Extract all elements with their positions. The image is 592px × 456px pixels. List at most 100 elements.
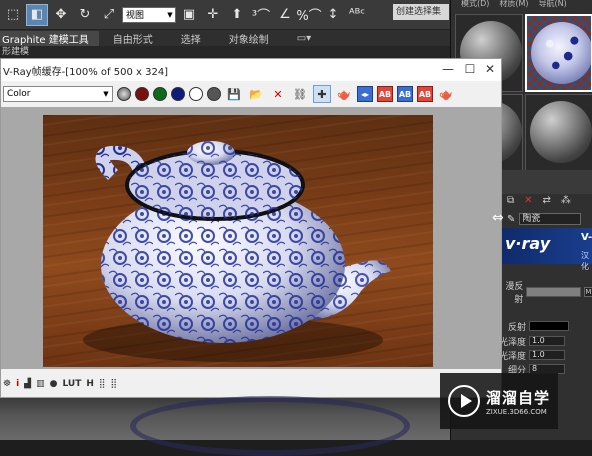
- minimize-icon[interactable]: —: [439, 62, 457, 78]
- tab-freeform[interactable]: 自由形式: [99, 31, 167, 46]
- main-toolbar: ⬚ ◧ ✥ ↻ ⤢ 视图 ▼ ▣ ✛ ⬆ ³⌒ ∠ %⌒ ↕ ᴬᴮᶜ: [0, 0, 450, 30]
- compare-ab-vertical-icon[interactable]: AB: [397, 86, 413, 102]
- vray-logo-secondary: V-: [581, 232, 592, 243]
- alpha-channel-icon[interactable]: [189, 87, 203, 101]
- histogram-button[interactable]: H: [86, 379, 94, 389]
- blue-channel-icon[interactable]: [171, 87, 185, 101]
- chevron-down-icon: ▼: [167, 10, 173, 19]
- porcelain-sphere-preview: [531, 22, 591, 84]
- reference-coordinate-value: 视图: [126, 11, 145, 21]
- vray-logo: v·ray: [505, 234, 551, 253]
- mono-channel-icon[interactable]: [207, 87, 221, 101]
- tab-selection[interactable]: 选择: [167, 31, 215, 46]
- material-slot-2[interactable]: [525, 14, 592, 92]
- viewport-teapot-rim: [130, 396, 410, 456]
- edit-named-selection-icon[interactable]: ᴬᴮᶜ: [346, 4, 368, 26]
- percent-snap-icon[interactable]: %⌒: [296, 4, 321, 26]
- gloss-value-input[interactable]: 1.0: [529, 336, 565, 346]
- gloss2-value-input[interactable]: 1.0: [529, 350, 565, 360]
- tab-object-paint[interactable]: 对象绘制: [215, 31, 283, 46]
- info-icon[interactable]: i: [16, 379, 19, 389]
- vfb-status-bar: ☸ i ▟ ▥ ● LUT H ⣿ ⣿: [1, 371, 501, 397]
- material-name-row: ✎ 陶瓷: [499, 212, 592, 226]
- select-object-icon[interactable]: ◧: [26, 3, 48, 26]
- watermark-brand: 溜溜自学: [486, 388, 551, 407]
- stamp-icon[interactable]: ☸: [3, 379, 11, 389]
- channel-select-value: Color: [7, 89, 31, 99]
- exposure-icon[interactable]: ●: [50, 379, 58, 389]
- snap-3d-icon[interactable]: ³⌒: [250, 4, 272, 26]
- clear-image-icon[interactable]: ✕: [269, 85, 287, 103]
- select-manipulate-icon[interactable]: ✛: [202, 4, 224, 26]
- teapot-render-icon[interactable]: 🫖: [335, 85, 353, 103]
- levels-icon[interactable]: ▟: [24, 379, 31, 389]
- save-icon[interactable]: 💾: [225, 85, 243, 103]
- close-icon[interactable]: ✕: [481, 62, 499, 78]
- diffuse-color-swatch[interactable]: [526, 287, 581, 297]
- pixel-aspect-icon[interactable]: ⣿: [99, 379, 106, 389]
- diffuse-map-button[interactable]: M: [583, 287, 592, 297]
- ribbon-sub-label: 形建模: [0, 46, 450, 58]
- material-slot-4[interactable]: [525, 94, 592, 172]
- menu-material[interactable]: 材质(M): [499, 0, 528, 10]
- scale-icon[interactable]: ⤢: [98, 4, 120, 26]
- copy-material-icon[interactable]: ⧉: [507, 195, 514, 206]
- open-folder-icon[interactable]: 📂: [247, 85, 265, 103]
- reflect-color-swatch[interactable]: [529, 321, 569, 331]
- vfb-title: V-Ray帧缓存-[100% of 500 x 324]: [3, 66, 169, 78]
- vfb-toolbar: Color ▼ 💾 📂 ✕ ⛓ ✚ 🫖 ◂▸ AB AB AB 🫖: [1, 81, 501, 107]
- rendered-teapot-image: [43, 115, 433, 367]
- view-rgb-icon[interactable]: [117, 87, 131, 101]
- track-mouse-icon[interactable]: ✚: [313, 85, 331, 103]
- teapot-illustration: [83, 141, 391, 362]
- vray-frame-buffer-window: V-Ray帧缓存-[100% of 500 x 324] — ☐ ✕ Color…: [0, 58, 502, 398]
- stereo-icon[interactable]: ⣿: [110, 379, 117, 389]
- material-tools: ⧉ ✕ ⇄ ⁂: [499, 192, 592, 208]
- eyedropper-icon[interactable]: ✎: [507, 214, 515, 225]
- reference-coordinate-select[interactable]: 视图 ▼: [122, 6, 176, 23]
- angle-snap-icon[interactable]: ∠: [274, 4, 296, 26]
- reflect-row: 反射: [499, 320, 592, 333]
- pivot-icon[interactable]: ▣: [178, 4, 200, 26]
- move-icon[interactable]: ✥: [50, 4, 72, 26]
- ribbon-options-icon[interactable]: ▭▾: [283, 33, 325, 44]
- delete-material-icon[interactable]: ✕: [524, 195, 532, 206]
- resize-cursor-icon: ⇔: [492, 210, 504, 226]
- gloss2-label: 光泽度: [499, 351, 527, 362]
- channel-select[interactable]: Color ▼: [3, 86, 113, 102]
- render-area: [1, 107, 501, 369]
- reflect-label: 反射: [507, 322, 526, 333]
- keyboard-shortcut-icon[interactable]: ⬆: [226, 4, 248, 26]
- play-logo-icon: [448, 385, 480, 417]
- material-editor-menu: 模式(D) 材质(M) 导航(N): [451, 0, 592, 10]
- duplicate-to-mtl-icon[interactable]: ⛓: [291, 85, 309, 103]
- menu-navigation[interactable]: 导航(N): [539, 0, 567, 10]
- history-icon[interactable]: AB: [417, 86, 433, 102]
- red-channel-icon[interactable]: [135, 87, 149, 101]
- vray-banner: v·ray V- 汉化: [499, 228, 592, 271]
- material-name-field[interactable]: 陶瓷: [519, 213, 582, 225]
- select-region-icon[interactable]: ⬚: [2, 4, 24, 26]
- vray-chinese-label: 汉化: [581, 251, 589, 271]
- compare-ab-horizontal-icon[interactable]: AB: [377, 86, 393, 102]
- watermark-url: ZIXUE.3D66.COM: [486, 407, 547, 416]
- green-channel-icon[interactable]: [153, 87, 167, 101]
- maximize-icon[interactable]: ☐: [461, 62, 479, 78]
- material-toolbar-strip: [499, 170, 592, 194]
- render-last-icon[interactable]: 🫖: [437, 85, 455, 103]
- curves-icon[interactable]: ▥: [36, 379, 45, 389]
- sphere-preview: [530, 101, 592, 163]
- vfb-title-bar: V-Ray帧缓存-[100% of 500 x 324] — ☐ ✕: [1, 59, 501, 81]
- gloss2-row: 光泽度 1.0: [499, 349, 592, 362]
- put-to-library-icon[interactable]: ⇄: [543, 195, 551, 206]
- spinner-snap-icon[interactable]: ↕: [322, 4, 344, 26]
- rotate-icon[interactable]: ↻: [74, 4, 96, 26]
- chevron-down-icon: ▼: [103, 90, 109, 98]
- menu-mode[interactable]: 模式(D): [461, 0, 489, 10]
- watermark: 溜溜自学 ZIXUE.3D66.COM: [440, 373, 558, 429]
- material-id-icon[interactable]: ⁂: [561, 195, 571, 206]
- tab-graphite[interactable]: Graphite 建模工具: [0, 30, 99, 46]
- named-selection-set-field[interactable]: 创建选择集: [393, 4, 449, 20]
- region-render-icon[interactable]: ◂▸: [357, 86, 373, 102]
- lut-button[interactable]: LUT: [62, 379, 81, 389]
